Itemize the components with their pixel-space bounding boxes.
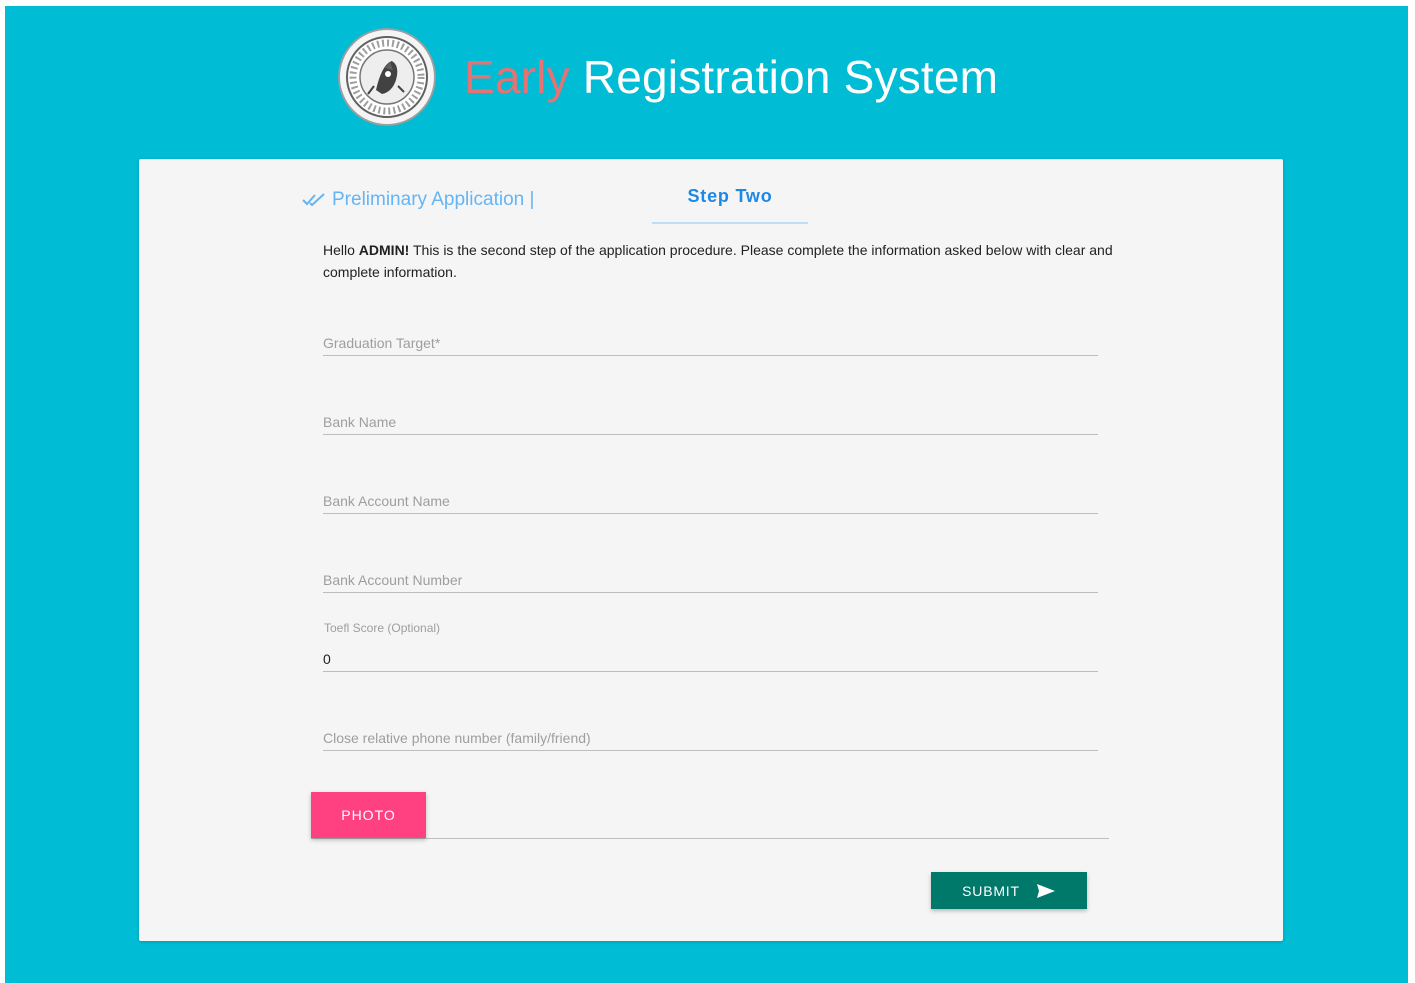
tab-step-two-label: Step Two bbox=[687, 186, 773, 206]
header: Early Registration System bbox=[338, 24, 998, 129]
bank-name-field bbox=[323, 410, 1098, 435]
bank-account-number-input[interactable] bbox=[323, 568, 1098, 592]
bank-account-name-input[interactable] bbox=[323, 489, 1098, 513]
double-check-icon bbox=[302, 193, 325, 207]
graduation-target-input[interactable] bbox=[323, 331, 1098, 355]
tab-step-two[interactable]: Step Two bbox=[652, 184, 808, 224]
tab-preliminary-application[interactable]: Preliminary Application | bbox=[302, 189, 534, 211]
toefl-score-field: Toefl Score (Optional) bbox=[323, 621, 1098, 672]
graduation-target-field bbox=[323, 331, 1098, 356]
app-title-accent: Early bbox=[464, 50, 570, 103]
app-title: Early Registration System bbox=[464, 54, 998, 100]
photo-button[interactable]: PHOTO bbox=[311, 792, 426, 838]
tab-preliminary-label: Preliminary Application | bbox=[332, 189, 535, 210]
intro-message: This is the second step of the applicati… bbox=[323, 242, 1113, 280]
bank-account-number-field bbox=[323, 568, 1098, 593]
seal-logo-icon bbox=[338, 27, 436, 126]
toefl-score-input[interactable] bbox=[323, 647, 1098, 671]
send-icon bbox=[1036, 883, 1055, 898]
submit-button-label: SUBMIT bbox=[962, 882, 1020, 899]
submit-button[interactable]: SUBMIT bbox=[931, 872, 1087, 909]
registration-card: Preliminary Application | Step Two Hello… bbox=[139, 159, 1283, 941]
app-title-rest: Registration System bbox=[569, 50, 999, 103]
intro-text: Hello ADMIN! This is the second step of … bbox=[323, 239, 1113, 283]
toefl-score-label: Toefl Score (Optional) bbox=[324, 621, 441, 635]
relative-phone-input[interactable] bbox=[323, 726, 1098, 750]
photo-upload-row: PHOTO bbox=[311, 792, 1109, 839]
page-background: Early Registration System Preliminary Ap… bbox=[5, 6, 1408, 983]
bank-account-name-field bbox=[323, 489, 1098, 514]
bank-name-input[interactable] bbox=[323, 410, 1098, 434]
intro-greeting: Hello bbox=[323, 242, 359, 258]
intro-user: ADMIN! bbox=[358, 242, 410, 258]
relative-phone-field bbox=[323, 726, 1098, 751]
